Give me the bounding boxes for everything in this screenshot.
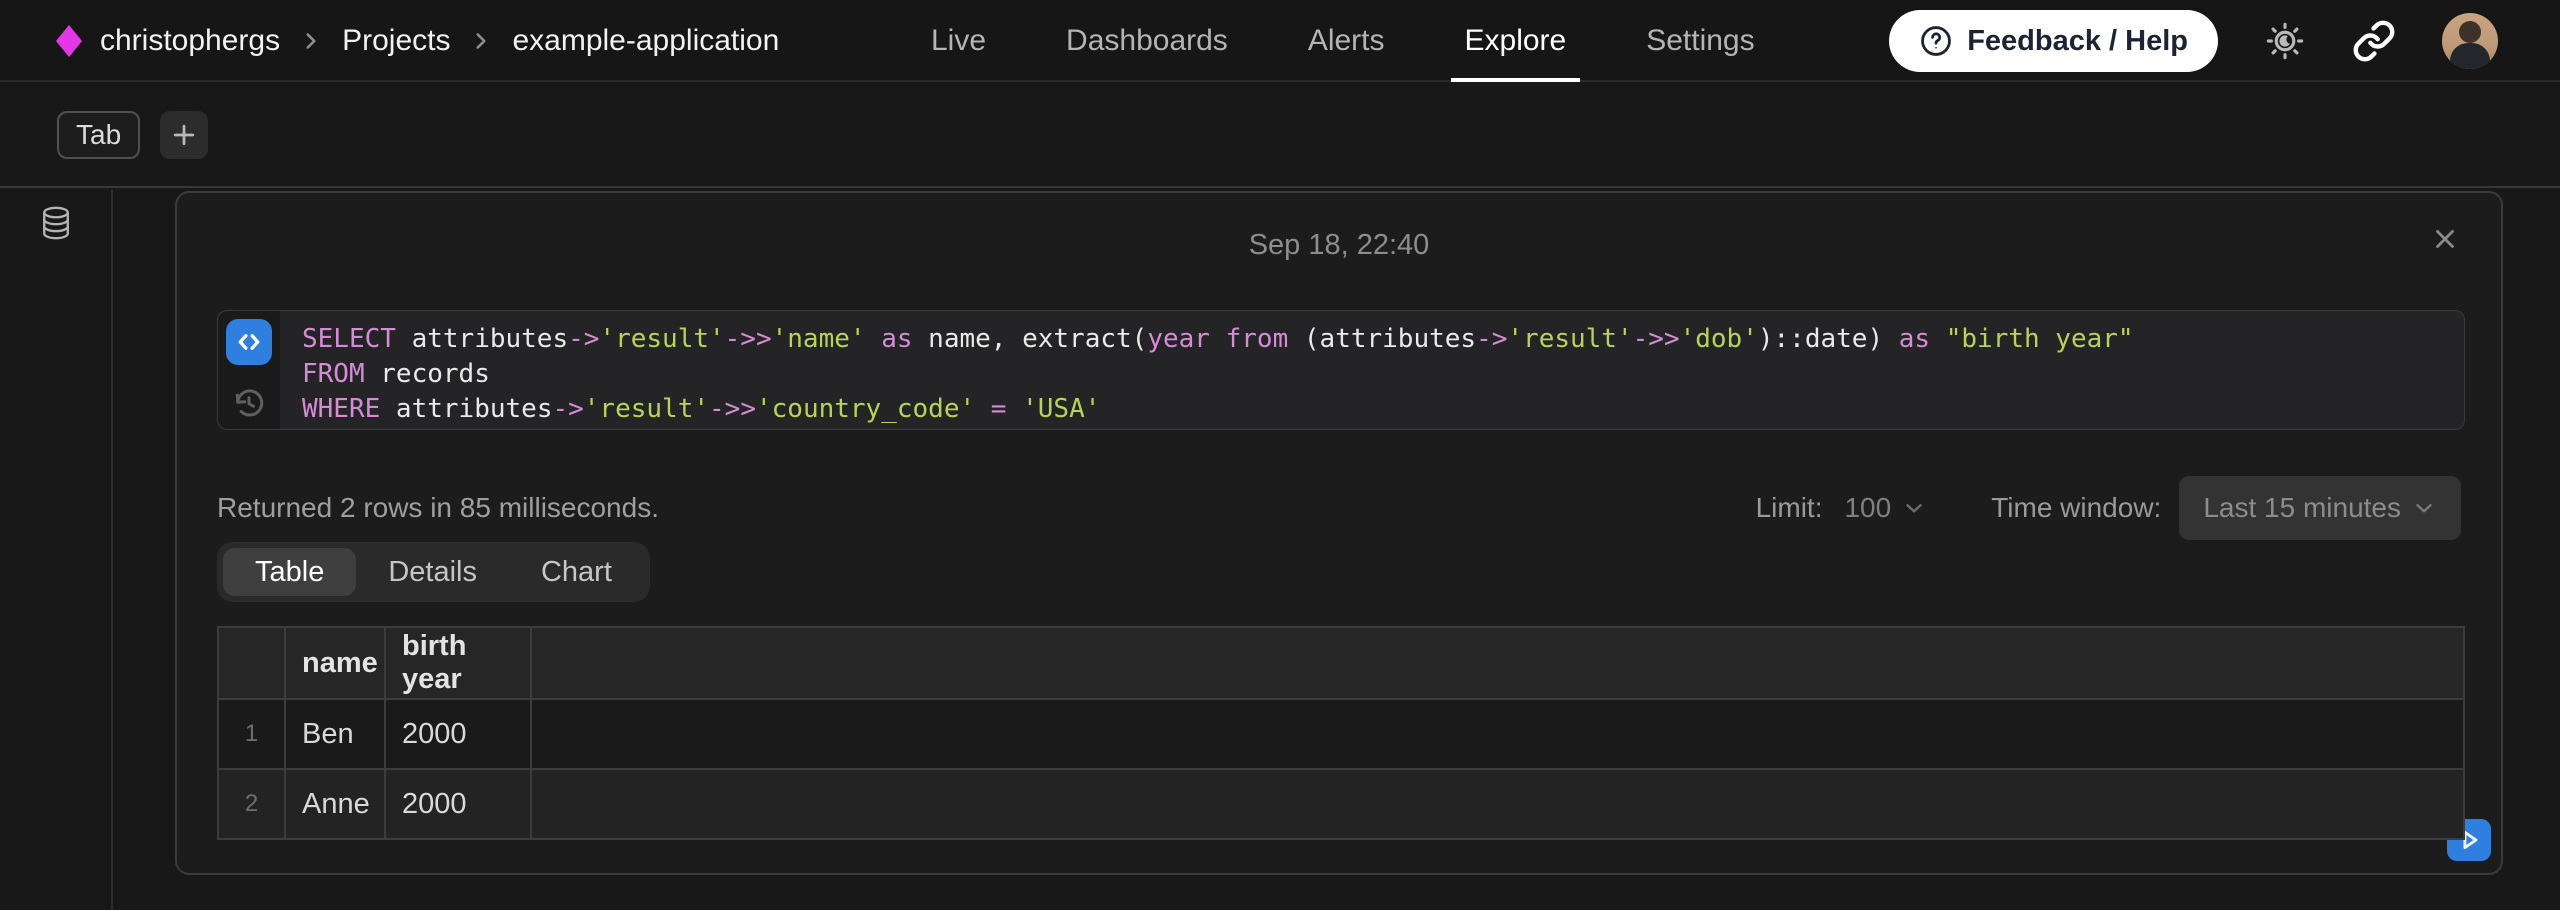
breadcrumb-projects[interactable]: Projects (342, 24, 450, 58)
limit-dropdown[interactable]: 100 (1844, 492, 1927, 524)
chevron-down-icon (1901, 495, 1927, 521)
row-number-header (218, 627, 285, 699)
nav-item-settings[interactable]: Settings (1646, 0, 1754, 82)
feedback-help-button[interactable]: Feedback / Help (1889, 10, 2218, 72)
add-tab-button[interactable] (160, 111, 208, 159)
results-table: name birth year 1 Ben 2000 2 Anne 2000 (217, 626, 2465, 840)
feedback-help-label: Feedback / Help (1967, 25, 2188, 58)
cell-birth-year[interactable]: 2000 (385, 769, 531, 839)
table-row[interactable]: 1 Ben 2000 (218, 699, 2464, 769)
result-status-text: Returned 2 rows in 85 milliseconds. (217, 492, 659, 524)
query-history-icon[interactable] (231, 385, 267, 421)
cell-name[interactable]: Ben (285, 699, 385, 769)
cell-empty (531, 699, 2464, 769)
close-icon[interactable] (2425, 219, 2465, 259)
result-view-switcher: Table Details Chart (217, 542, 650, 602)
row-number: 1 (218, 699, 285, 769)
app-root: christophergs Projects example-applicati… (0, 0, 2560, 910)
table-row[interactable]: 2 Anne 2000 (218, 769, 2464, 839)
query-tab[interactable]: Tab (57, 111, 140, 159)
topbar-actions: Feedback / Help (1889, 0, 2498, 82)
top-navigation-bar: christophergs Projects example-applicati… (0, 0, 2560, 82)
nav-item-explore[interactable]: Explore (1465, 0, 1567, 82)
brand-diamond-icon[interactable] (56, 25, 82, 57)
code-mode-icon[interactable] (226, 319, 272, 365)
main-nav: Live Dashboards Alerts Explore Settings (931, 0, 1755, 82)
view-tab-details[interactable]: Details (356, 548, 509, 596)
cell-name[interactable]: Anne (285, 769, 385, 839)
breadcrumb-application[interactable]: example-application (512, 24, 779, 58)
column-header-birth-year[interactable]: birth year (385, 627, 531, 699)
left-sidebar (0, 190, 113, 910)
view-tab-chart[interactable]: Chart (509, 548, 644, 596)
nav-item-live[interactable]: Live (931, 0, 986, 82)
limit-value: 100 (1844, 492, 1891, 524)
nav-item-dashboards[interactable]: Dashboards (1066, 0, 1228, 82)
sql-code[interactable]: SELECT attributes->'result'->>'name' as … (280, 311, 2134, 429)
nav-item-alerts[interactable]: Alerts (1308, 0, 1385, 82)
table-header-row: name birth year (218, 627, 2464, 699)
chevron-right-icon (298, 28, 324, 54)
database-icon[interactable] (40, 206, 72, 240)
query-result-card: Sep 18, 22:40 SELECT attributes->'result… (175, 191, 2503, 875)
time-window-dropdown[interactable]: Last 15 minutes (2179, 476, 2461, 540)
query-timestamp: Sep 18, 22:40 (177, 229, 2501, 262)
time-window-value: Last 15 minutes (2203, 492, 2401, 524)
share-link-icon[interactable] (2352, 19, 2396, 63)
view-tab-table[interactable]: Table (223, 548, 356, 596)
help-circle-icon (1919, 24, 1953, 58)
column-header-name[interactable]: name (285, 627, 385, 699)
query-tabs-bar: Tab (0, 84, 2560, 188)
plus-icon (169, 120, 199, 150)
time-window-label: Time window: (1991, 492, 2161, 524)
row-number: 2 (218, 769, 285, 839)
breadcrumb: christophergs Projects example-applicati… (56, 0, 779, 82)
cell-empty (531, 769, 2464, 839)
breadcrumb-org[interactable]: christophergs (100, 24, 280, 58)
editor-gutter (218, 311, 280, 429)
column-header-empty (531, 627, 2464, 699)
theme-toggle-icon[interactable] (2264, 20, 2306, 62)
result-status-row: Returned 2 rows in 85 milliseconds. Limi… (217, 476, 2461, 540)
cell-birth-year[interactable]: 2000 (385, 699, 531, 769)
user-avatar[interactable] (2442, 13, 2498, 69)
chevron-right-icon (468, 28, 494, 54)
limit-label: Limit: (1756, 492, 1823, 524)
sql-editor[interactable]: SELECT attributes->'result'->>'name' as … (217, 310, 2465, 430)
chevron-down-icon (2411, 495, 2437, 521)
